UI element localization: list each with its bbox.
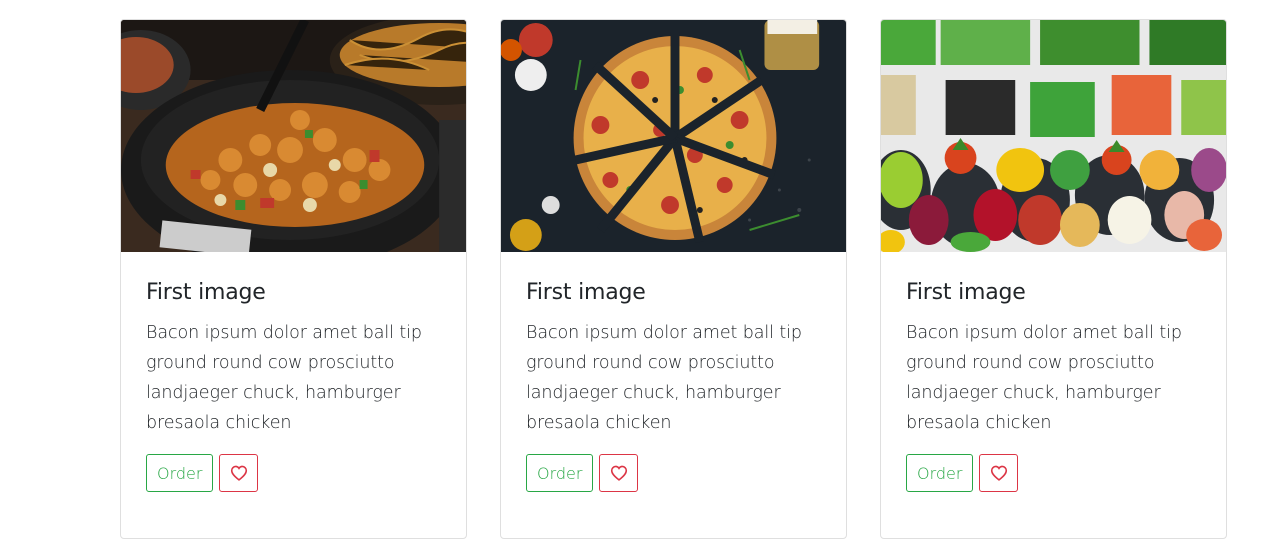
card-title: First image [146,280,266,305]
favorite-button[interactable] [219,454,259,493]
favorite-button[interactable] [599,454,639,493]
favorite-button[interactable] [979,454,1019,493]
card-image-food [121,20,466,252]
order-button[interactable]: Order [906,454,974,493]
card-text: Bacon ipsum dolor amet ball tip ground r… [526,323,802,434]
heart-icon [230,466,248,482]
card-image-salad [881,20,1226,252]
card-text: Bacon ipsum dolor amet ball tip ground r… [146,323,422,434]
card-actions: Order [906,454,1201,493]
food-card: First image Bacon ipsum dolor amet ball … [500,19,847,539]
card-actions: Order [526,454,821,493]
heart-icon [990,466,1008,482]
card-title: First image [906,280,1026,305]
order-button[interactable]: Order [526,454,594,493]
food-card: First image Bacon ipsum dolor amet ball … [880,19,1227,539]
card-title: First image [526,280,646,305]
card-image-pizza [501,20,846,252]
card-actions: Order [146,454,441,493]
card-text: Bacon ipsum dolor amet ball tip ground r… [906,323,1182,434]
food-card: First image Bacon ipsum dolor amet ball … [120,19,467,539]
order-button[interactable]: Order [146,454,214,493]
heart-icon [610,466,628,482]
